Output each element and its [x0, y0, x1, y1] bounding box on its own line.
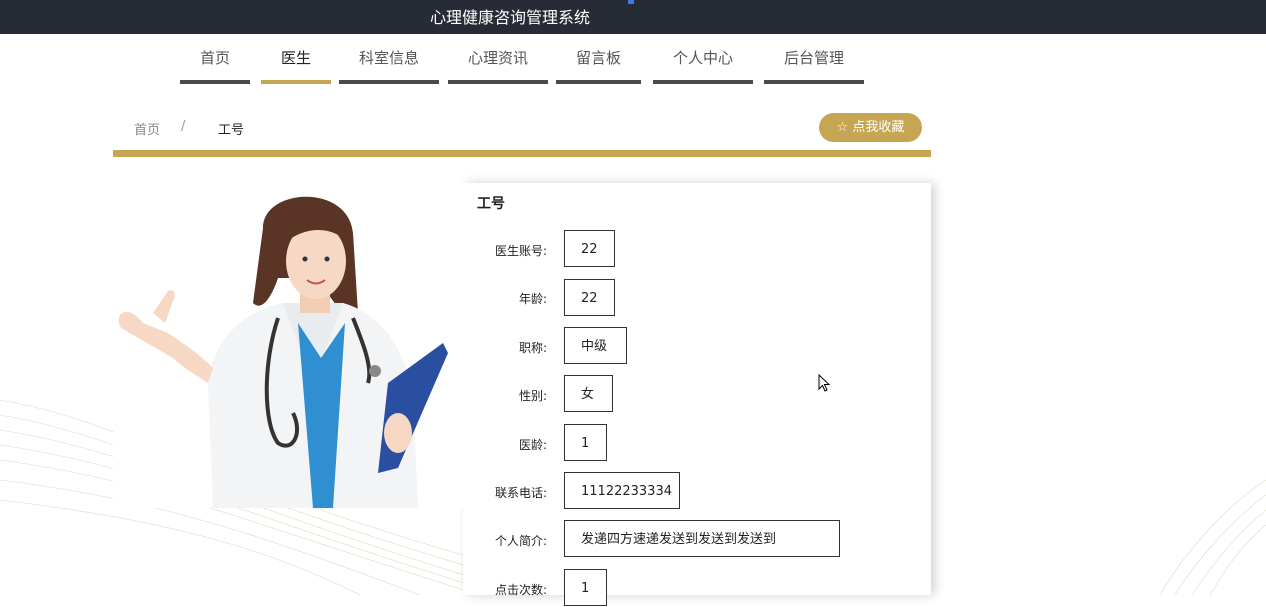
- field-label-click-count: 点击次数:: [494, 583, 547, 597]
- doctor-photo: [113, 183, 463, 508]
- field-label-years-practice: 医龄:: [518, 438, 547, 452]
- nav-item-personal-center[interactable]: 个人中心: [653, 44, 753, 84]
- favorite-button[interactable]: ☆ 点我收藏: [819, 113, 922, 142]
- nav-item-doctor[interactable]: 医生: [261, 44, 331, 84]
- site-title: 心理健康咨询管理系统: [430, 8, 591, 27]
- breadcrumb-current: 工号: [218, 123, 245, 138]
- field-value-age: 22: [564, 279, 615, 316]
- nav-item-message-board[interactable]: 留言板: [556, 44, 641, 84]
- mouse-cursor-icon: [818, 374, 831, 392]
- field-value-phone: 11122233334: [564, 472, 680, 509]
- nav-item-departments[interactable]: 科室信息: [339, 44, 439, 84]
- header-marker: [628, 0, 634, 4]
- field-value-click-count: 1: [564, 569, 607, 606]
- field-value-title: 中级: [564, 327, 627, 364]
- field-label-gender: 性别:: [518, 389, 547, 403]
- field-value-doctor-account: 22: [564, 230, 615, 267]
- top-header-bar: 心理健康咨询管理系统: [0, 0, 1266, 34]
- field-label-title: 职称:: [518, 341, 547, 355]
- field-label-phone: 联系电话:: [494, 486, 547, 500]
- breadcrumb-home[interactable]: 首页: [134, 119, 160, 138]
- field-label-doctor-account: 医生账号:: [494, 244, 547, 258]
- nav-item-home[interactable]: 首页: [180, 44, 250, 84]
- background-wave-decoration-right: [1159, 479, 1266, 595]
- field-value-gender: 女: [564, 375, 613, 412]
- detail-title: 工号: [477, 196, 505, 212]
- nav-item-admin[interactable]: 后台管理: [764, 44, 864, 84]
- main-nav: 首页 医生 科室信息 心理资讯 留言板 个人中心 后台管理: [0, 44, 1266, 84]
- field-value-years-practice: 1: [564, 424, 607, 461]
- field-label-bio: 个人简介:: [494, 534, 547, 548]
- breadcrumb-separator: /: [181, 119, 186, 134]
- nav-item-psych-news[interactable]: 心理资讯: [448, 44, 548, 84]
- field-value-bio: 发递四方速递发送到发送到发送到: [564, 520, 840, 557]
- gold-divider: [113, 150, 931, 157]
- field-label-age: 年龄:: [518, 292, 547, 306]
